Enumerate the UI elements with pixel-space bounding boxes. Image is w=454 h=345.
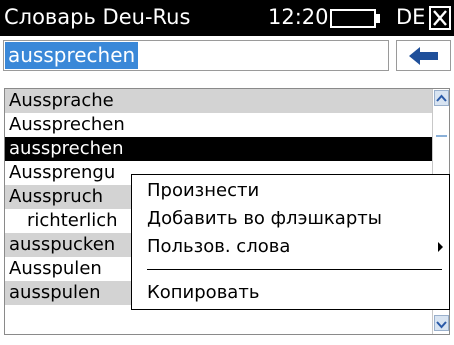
scroll-thumb[interactable] [436,135,447,137]
scroll-down-icon[interactable] [434,315,449,331]
title-bar: Словарь Deu-Rus 12:20 DE [0,0,454,36]
menu-item-pronounce[interactable]: Произнести [132,177,449,205]
list-item-selected[interactable]: aussprechen [5,137,432,161]
battery-icon [330,9,380,28]
menu-item-copy[interactable]: Копировать [132,279,449,307]
bottom-strip [0,335,454,345]
language-indicator[interactable]: DE [396,5,425,29]
close-icon[interactable] [429,6,451,30]
clock: 12:20 [268,5,329,29]
list-item[interactable]: Aussprache [5,89,432,113]
app-title: Словарь Deu-Rus [4,5,191,29]
search-row: aussprechen [0,36,454,76]
menu-item-user-words[interactable]: Пользов. слова [132,233,449,261]
search-input[interactable]: aussprechen [3,40,389,71]
context-menu: Произнести Добавить во флэшкарты Пользов… [131,174,450,310]
list-item[interactable]: Aussprechen [5,113,432,137]
menu-item-add-flashcards[interactable]: Добавить во флэшкарты [132,205,449,233]
back-button[interactable] [396,40,451,71]
separator [0,76,454,88]
submenu-arrow-icon [438,242,443,252]
menu-divider [147,269,442,270]
scroll-up-icon[interactable] [434,90,449,106]
back-arrow-icon [409,47,438,65]
search-input-value: aussprechen [5,42,139,69]
